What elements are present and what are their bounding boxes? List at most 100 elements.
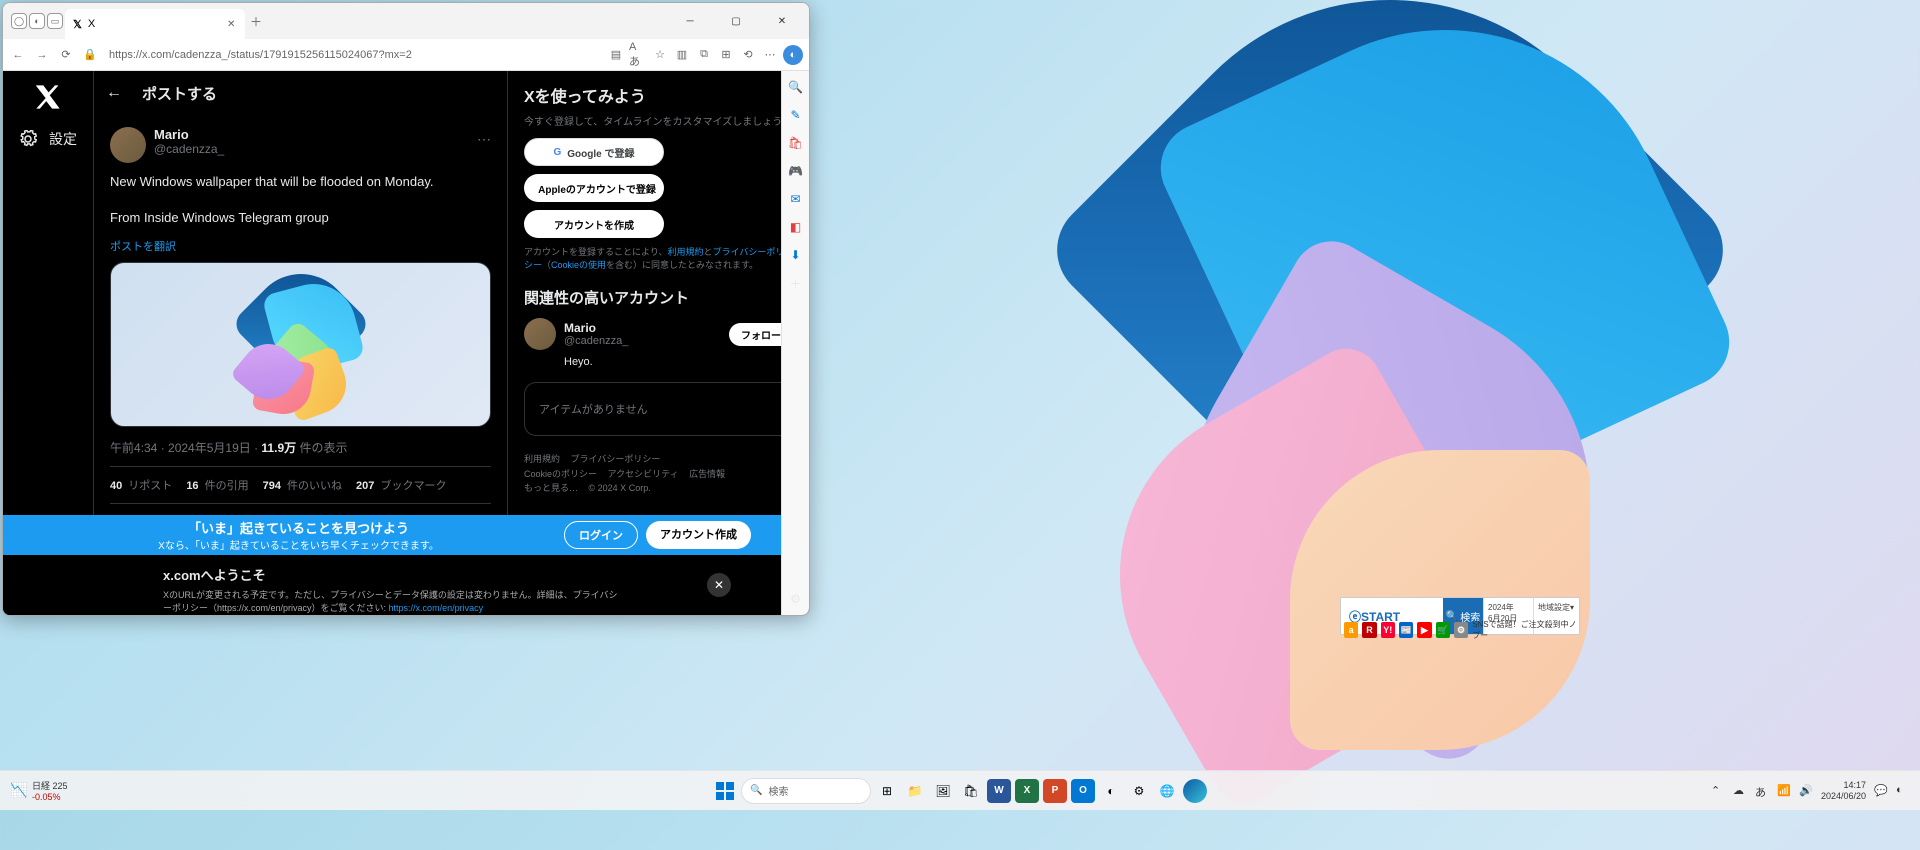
translate-link[interactable]: ポストを翻訳	[110, 238, 491, 254]
settings-taskbar-icon[interactable]: ⚙	[1127, 779, 1151, 803]
minimize-button[interactable]: ─	[667, 5, 713, 37]
browser-sync-icon[interactable]: ⟲	[739, 46, 757, 64]
excel-icon[interactable]: X	[1015, 779, 1039, 803]
refresh-button[interactable]: ⟳	[57, 46, 75, 64]
author-name[interactable]: Mario	[154, 127, 224, 142]
close-window-button[interactable]: ✕	[759, 5, 805, 37]
copilot-taskbar-icon[interactable]: ◐	[1099, 779, 1123, 803]
onedrive-icon[interactable]: ☁	[1733, 784, 1747, 798]
signup-title: Xを使ってみよう	[524, 83, 793, 107]
apple-signup-button[interactable]: Appleのアカウントで登録	[524, 174, 664, 202]
signup-button[interactable]: アカウント作成	[646, 521, 751, 549]
shop-icon[interactable]: 🛒	[1436, 622, 1450, 638]
reader-icon[interactable]: ▤	[607, 46, 625, 64]
tweet-text: New Windows wallpaper that will be flood…	[110, 173, 491, 228]
likes-stat[interactable]: 794 件のいいね	[263, 477, 342, 493]
tab-actions-icon[interactable]: ▭	[47, 13, 63, 29]
lock-icon[interactable]: 🔒	[81, 46, 99, 64]
back-button[interactable]: ←	[9, 46, 27, 64]
reposts-stat[interactable]: 40 リポスト	[110, 477, 172, 493]
video-icon[interactable]: ▶	[1417, 622, 1431, 638]
chrome-icon[interactable]: 🌐	[1155, 779, 1179, 803]
login-button[interactable]: ログイン	[564, 521, 638, 549]
cookie-link[interactable]: Cookieの使用	[551, 260, 606, 270]
volume-icon[interactable]: 🔊	[1799, 784, 1813, 798]
profile-icon[interactable]: ◯	[11, 13, 27, 29]
taskbar-search[interactable]: 🔍 検索	[741, 778, 871, 804]
sidebar-shopping-icon[interactable]: 🛍	[788, 135, 804, 151]
login-banner: 「いま」起きていることを見つけよう Xなら、「いま」起きていることをいち早くチェ…	[3, 515, 781, 555]
task-view-button[interactable]: ⊞	[875, 779, 899, 803]
translate-icon[interactable]: Aあ	[629, 46, 647, 64]
close-cookie-icon[interactable]: ✕	[707, 573, 731, 597]
ime-icon[interactable]: あ	[1755, 784, 1769, 798]
menu-icon[interactable]: ⋯	[761, 46, 779, 64]
maximize-button[interactable]: ▢	[713, 5, 759, 37]
favorite-icon[interactable]: ☆	[651, 46, 669, 64]
sidebar-search-icon[interactable]: 🔍	[788, 79, 804, 95]
photos-icon[interactable]: 🖼	[931, 779, 955, 803]
google-signup-button[interactable]: G Google で登録	[524, 138, 664, 166]
start-button[interactable]	[713, 779, 737, 803]
copilot-icon[interactable]: ◐	[783, 45, 803, 65]
gear-icon	[19, 130, 37, 148]
related-account[interactable]: Mario @cadenzza_ フォロー	[524, 318, 793, 350]
news-icon[interactable]: 📰	[1399, 622, 1413, 638]
sidebar-tools-icon[interactable]: ✎	[788, 107, 804, 123]
explorer-icon[interactable]: 📁	[903, 779, 927, 803]
rakuten-icon[interactable]: R	[1362, 622, 1376, 638]
forward-button[interactable]: →	[33, 46, 51, 64]
author-avatar[interactable]	[110, 127, 146, 163]
footer-privacy[interactable]: プライバシーポリシー	[571, 454, 661, 464]
url-input[interactable]: https://x.com/cadenzza_/status/179191525…	[105, 49, 601, 61]
word-icon[interactable]: W	[987, 779, 1011, 803]
footer-ads[interactable]: 広告情報	[689, 469, 725, 479]
bookmarks-stat[interactable]: 207 ブックマーク	[356, 477, 446, 493]
x-logo-icon[interactable]	[34, 83, 62, 111]
edge-icon[interactable]	[1183, 779, 1207, 803]
sidebar-drop-icon[interactable]: ⬇	[788, 247, 804, 263]
tweet-meta: 午前4:34 · 2024年5月19日 · 11.9万 件の表示	[110, 439, 491, 456]
tool-icon[interactable]: ⚙	[1454, 622, 1468, 638]
collections-icon[interactable]: ⧉	[695, 46, 713, 64]
related-handle: @cadenzza_	[564, 335, 721, 347]
footer-terms[interactable]: 利用規約	[524, 454, 560, 464]
copilot-tray-icon[interactable]: ◐	[1896, 784, 1910, 798]
outlook-icon[interactable]: O	[1071, 779, 1095, 803]
yahoo-icon[interactable]: Y!	[1381, 622, 1395, 638]
settings-nav[interactable]: 設定	[19, 129, 77, 149]
sidebar-games-icon[interactable]: 🎮	[788, 163, 804, 179]
footer-cookie[interactable]: Cookieのポリシー	[524, 469, 597, 479]
estart-promo[interactable]: SNSで話題！ご注文殺到中ノブー	[1472, 619, 1580, 641]
close-tab-icon[interactable]: ✕	[227, 19, 237, 29]
notifications-icon[interactable]: 💬	[1874, 784, 1888, 798]
privacy-url-link[interactable]: https://x.com/en/privacy	[389, 603, 484, 613]
new-tab-button[interactable]: ＋	[251, 16, 261, 26]
workspace-icon[interactable]: ◐	[29, 13, 45, 29]
more-options-icon[interactable]: ⋯	[477, 131, 491, 148]
amazon-icon[interactable]: a	[1344, 622, 1358, 638]
chevron-up-icon[interactable]: ⌃	[1711, 784, 1725, 798]
wifi-icon[interactable]: 📶	[1777, 784, 1791, 798]
create-account-button[interactable]: アカウントを作成	[524, 210, 664, 238]
sidebar-outlook-icon[interactable]: ✉	[788, 191, 804, 207]
widgets-button[interactable]: 📉 日経 225 -0.05%	[10, 779, 68, 802]
split-icon[interactable]: ▥	[673, 46, 691, 64]
sidebar-settings-icon[interactable]: ⚙	[788, 591, 804, 607]
footer-accessibility[interactable]: アクセシビリティ	[608, 469, 679, 479]
quotes-stat[interactable]: 16 件の引用	[186, 477, 248, 493]
powerpoint-icon[interactable]: P	[1043, 779, 1067, 803]
back-arrow-icon[interactable]: ←	[106, 84, 122, 102]
footer-more[interactable]: もっと見る…	[524, 483, 578, 493]
clock[interactable]: 14:17 2024/06/20	[1821, 780, 1866, 802]
related-avatar[interactable]	[524, 318, 556, 350]
store-icon[interactable]: 🛍	[959, 779, 983, 803]
extensions-icon[interactable]: ⊞	[717, 46, 735, 64]
sidebar-office-icon[interactable]: ◧	[788, 219, 804, 235]
sidebar-add-icon[interactable]: ＋	[788, 275, 804, 291]
edge-browser-window: ◯ ◐ ▭ 𝕏 X ✕ ＋ ─ ▢ ✕ ← → ⟳ 🔒 https://x.co…	[2, 2, 810, 616]
author-handle[interactable]: @cadenzza_	[154, 142, 224, 156]
browser-tab[interactable]: 𝕏 X ✕	[65, 9, 245, 39]
tweet-image[interactable]	[110, 262, 491, 427]
terms-link[interactable]: 利用規約	[667, 247, 703, 257]
